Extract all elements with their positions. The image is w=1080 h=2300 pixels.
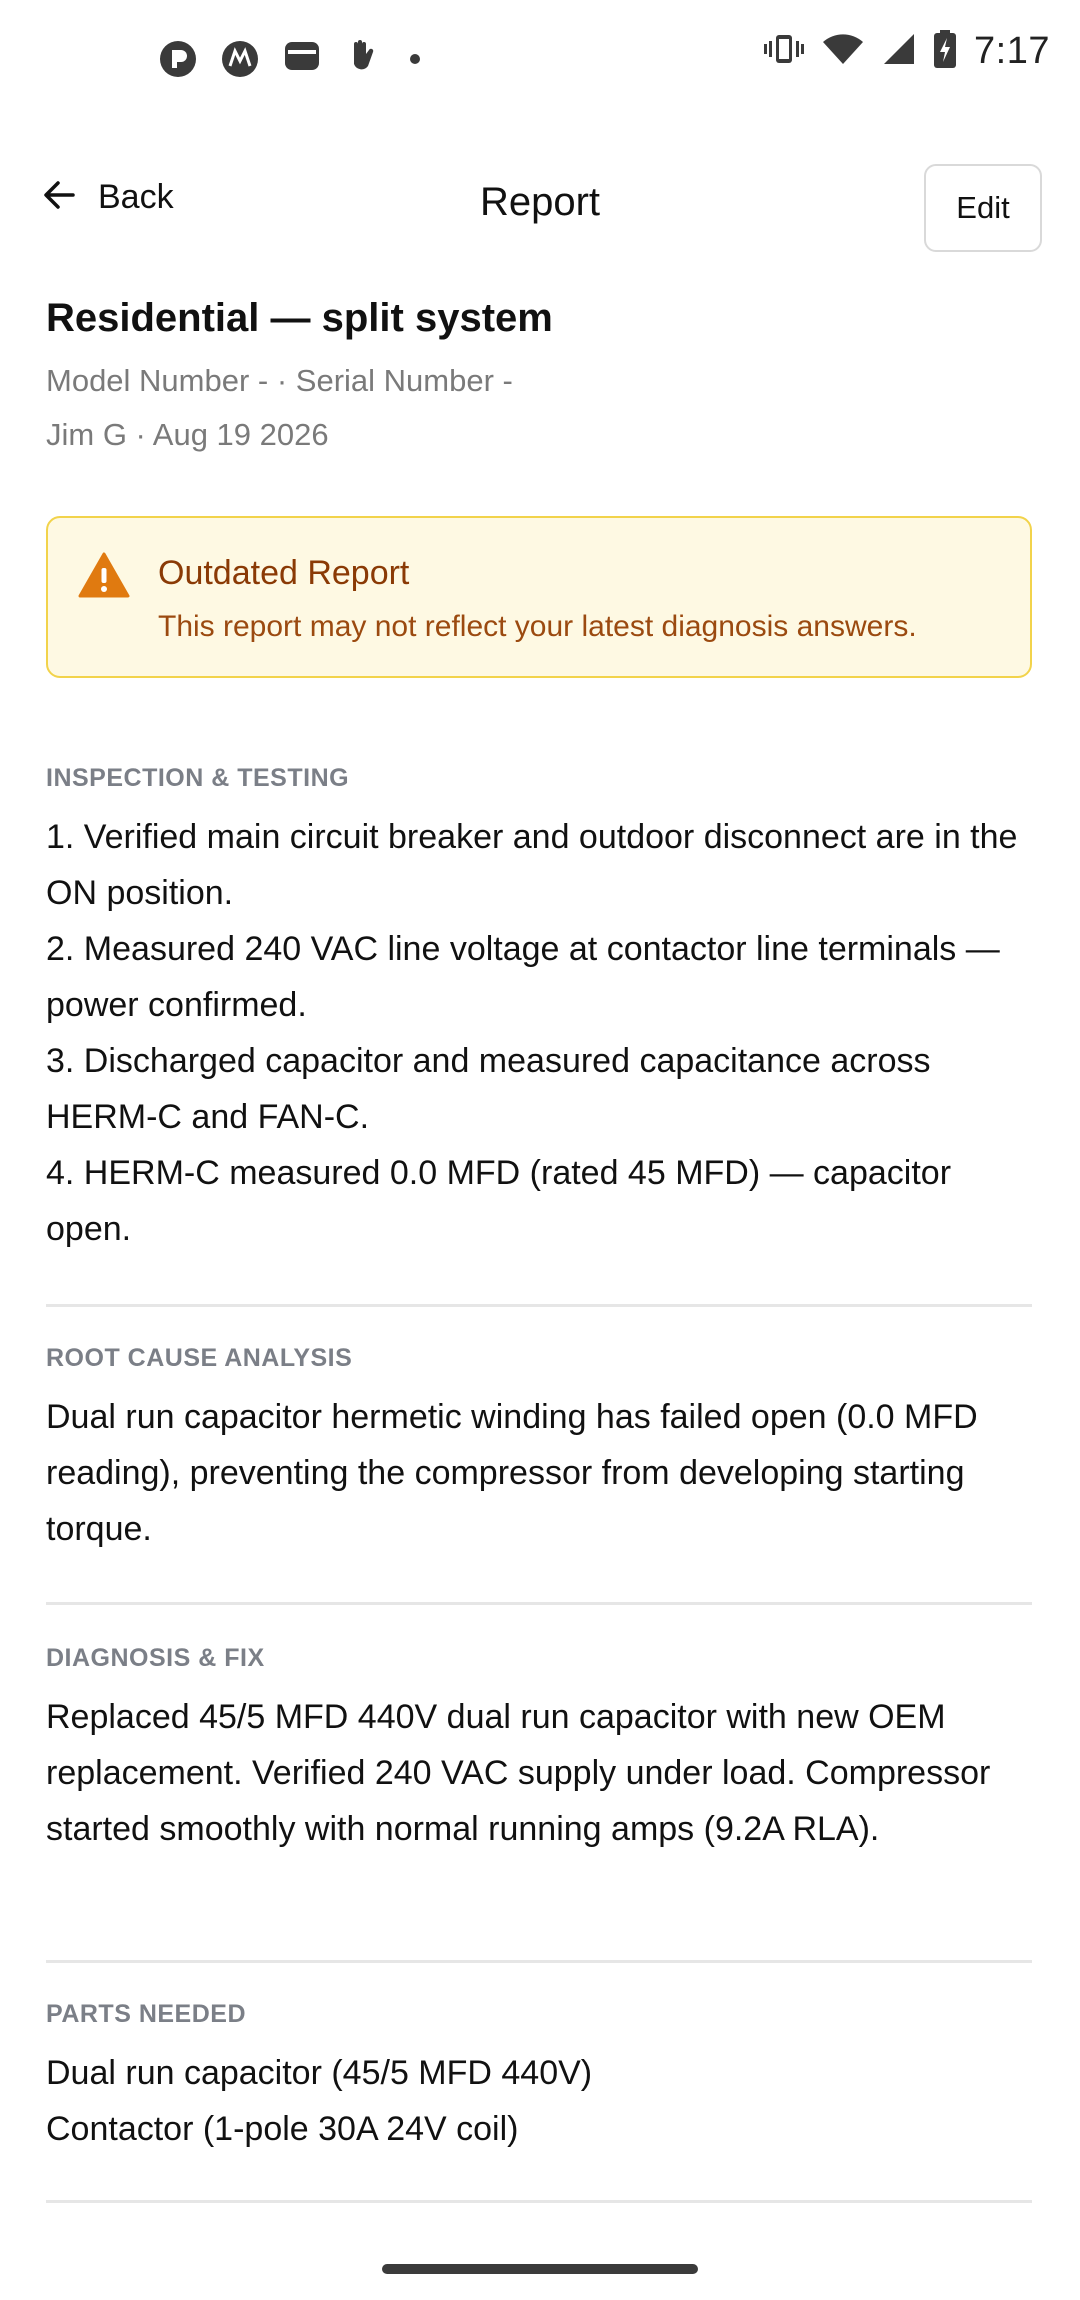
- section-label: INSPECTION & TESTING: [46, 764, 350, 792]
- list-item: 3. Discharged capacitor and measured cap…: [46, 1042, 931, 1136]
- paragraph: Replaced 45/5 MFD 440V dual run capacito…: [46, 1698, 991, 1848]
- section-body: Dual run capacitor hermetic winding has …: [46, 1389, 1036, 1557]
- section-label: PARTS NEEDED: [46, 2000, 247, 2028]
- job-title: Residential — split system: [46, 296, 553, 340]
- page-title: Report: [479, 180, 601, 224]
- pocket-icon: [160, 40, 196, 77]
- section-diagnosis-fix: DIAGNOSIS & FIX Replaced 45/5 MFD 440V d…: [46, 1644, 1036, 1857]
- battery-charging-icon: [934, 30, 957, 73]
- dot-icon: [410, 53, 420, 64]
- section-root-cause: ROOT CAUSE ANALYSIS Dual run capacitor h…: [46, 1344, 1036, 1557]
- system-icons: 7:17: [764, 30, 1050, 73]
- home-indicator[interactable]: [382, 2264, 698, 2274]
- divider: [46, 1960, 1032, 1963]
- paragraph: Dual run capacitor hermetic winding has …: [46, 1398, 978, 1548]
- list-item: 1. Verified main circuit breaker and out…: [46, 818, 1018, 912]
- warning-title: Outdated Report: [158, 554, 410, 592]
- section-inspection-testing: INSPECTION & TESTING 1. Verified main ci…: [46, 764, 1036, 1257]
- edit-button[interactable]: Edit: [924, 164, 1042, 252]
- clock: 7:17: [974, 30, 1050, 72]
- report-screen: 7:17 Back Report Edit Residential — spli…: [0, 0, 1080, 2300]
- list-item: Dual run capacitor (45/5 MFD 440V): [46, 2054, 593, 2092]
- warning-icon: [78, 552, 130, 603]
- wallet-icon: [284, 40, 320, 77]
- divider: [46, 1304, 1032, 1307]
- motorola-icon: [222, 40, 258, 77]
- tech-date-text: Jim G · Aug 19 2026: [46, 417, 329, 452]
- divider: [46, 2200, 1032, 2203]
- section-parts-needed: PARTS NEEDED Dual run capacitor (45/5 MF…: [46, 2000, 1036, 2157]
- section-body: Replaced 45/5 MFD 440V dual run capacito…: [46, 1689, 1036, 1857]
- section-body: Dual run capacitor (45/5 MFD 440V) Conta…: [46, 2045, 1036, 2157]
- list-item: 4. HERM-C measured 0.0 MFD (rated 45 MFD…: [46, 1154, 952, 1248]
- wifi-icon: [822, 32, 864, 71]
- status-bar: 7:17: [0, 0, 1080, 120]
- list-item: Contactor (1-pole 30A 24V coil): [46, 2110, 519, 2148]
- hand-icon: [346, 38, 378, 79]
- section-body: 1. Verified main circuit breaker and out…: [46, 809, 1036, 1257]
- section-label: DIAGNOSIS & FIX: [46, 1644, 265, 1672]
- top-app-bar: Back Report Edit: [0, 160, 1080, 252]
- report-summary: Residential — split system Model Number …: [46, 296, 1036, 453]
- model-serial-text: Model Number - · Serial Number -: [46, 363, 513, 398]
- vibrate-icon: [764, 32, 805, 71]
- divider: [46, 1602, 1032, 1605]
- warning-text: This report may not reflect your latest …: [158, 610, 917, 643]
- list-item: 2. Measured 240 VAC line voltage at cont…: [46, 930, 1000, 1024]
- notification-icons: [160, 38, 420, 79]
- signal-icon: [882, 32, 916, 71]
- outdated-report-banner: Outdated Report This report may not refl…: [46, 516, 1032, 678]
- section-label: ROOT CAUSE ANALYSIS: [46, 1344, 353, 1372]
